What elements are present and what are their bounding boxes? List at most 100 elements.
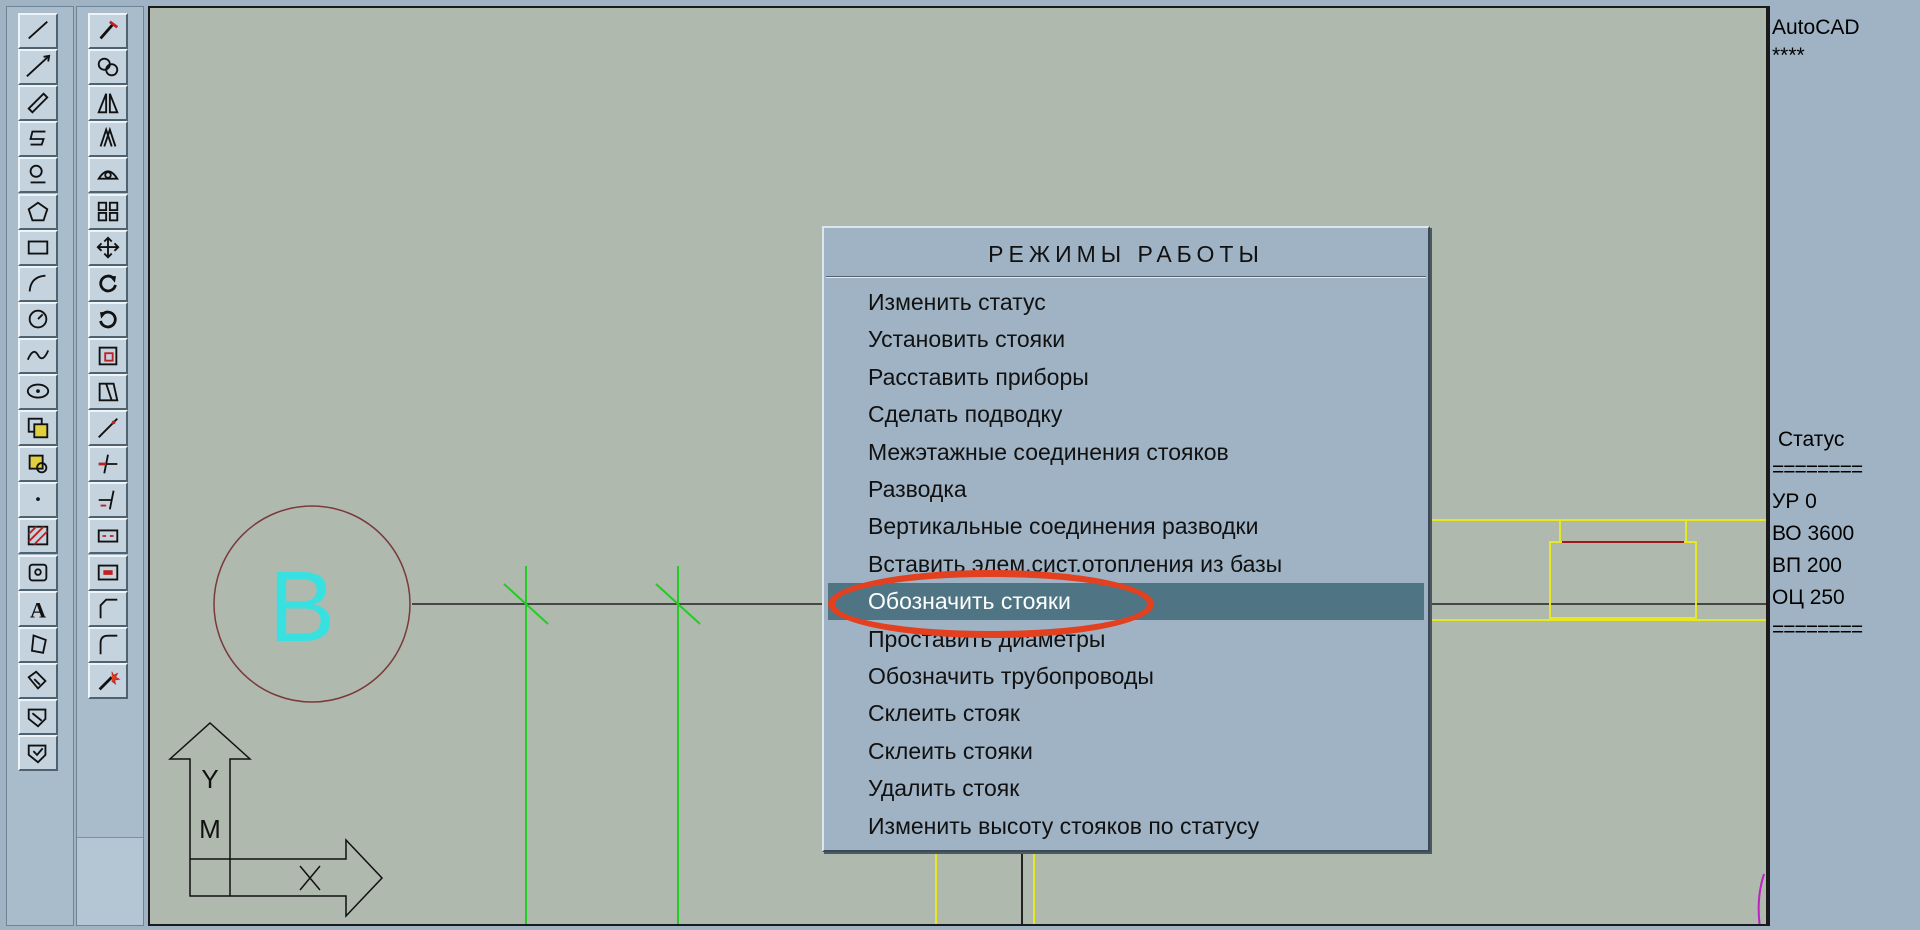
modify-toolbar: [76, 6, 144, 926]
menu-item[interactable]: Удалить стояк: [828, 770, 1424, 807]
text-icon: A: [30, 597, 46, 622]
center-mark-button[interactable]: [18, 735, 58, 771]
dimension-icon: [30, 633, 47, 654]
status-value[interactable]: УР 0: [1772, 490, 1817, 514]
mirror-icon: [97, 93, 119, 114]
stretch-button[interactable]: [88, 374, 128, 410]
move-icon: [96, 236, 120, 259]
menu-item[interactable]: Установить стояки: [828, 321, 1424, 358]
leader-icon: [27, 670, 47, 690]
scale-button[interactable]: [88, 337, 128, 374]
spline-button[interactable]: [18, 337, 58, 374]
center-mark-icon: [27, 744, 47, 764]
menu-item[interactable]: Изменить высоту стояков по статусу: [828, 808, 1424, 845]
rectangle-icon: [27, 240, 49, 255]
app-title[interactable]: AutoCAD: [1772, 16, 1860, 40]
rectangle-button[interactable]: [18, 229, 58, 266]
highlight-annotation: [828, 570, 1154, 638]
chamfer-button[interactable]: [88, 590, 128, 627]
construction-line-button[interactable]: [18, 49, 58, 86]
break-icon: [97, 529, 119, 543]
ucs-y-label: Y: [201, 764, 218, 794]
circle-button[interactable]: [18, 301, 58, 338]
chamfer-icon: [99, 598, 118, 618]
fillet-icon: [99, 634, 118, 654]
line-button[interactable]: [18, 13, 58, 49]
menu-item[interactable]: Расставить приборы: [828, 359, 1424, 396]
status-value[interactable]: ВО 3600: [1772, 522, 1854, 546]
erase-icon: [99, 20, 119, 40]
menu-item[interactable]: Разводка: [828, 471, 1424, 508]
line-icon: [28, 21, 48, 40]
rotate-3d-button[interactable]: [88, 301, 128, 338]
tolerance-icon: [27, 708, 47, 728]
break-at-point-button[interactable]: [88, 554, 128, 591]
menu-item[interactable]: Склеить стояки: [828, 733, 1424, 770]
array-icon: [97, 170, 119, 181]
menu-item[interactable]: Склеить стояк: [828, 695, 1424, 732]
status-separator: ========: [1772, 458, 1863, 481]
move-button[interactable]: [88, 229, 128, 266]
array-grid-icon: [97, 201, 119, 221]
status-value[interactable]: ОЦ 250: [1772, 586, 1845, 610]
menu-item[interactable]: Межэтажные соединения стояков: [828, 434, 1424, 471]
region-button[interactable]: [18, 554, 58, 591]
toolbar-empty-area: [77, 837, 143, 925]
menu-item[interactable]: Изменить статус: [828, 284, 1424, 321]
arc-icon: [28, 274, 46, 292]
break-at-point-icon: [97, 564, 119, 580]
make-block-icon: [28, 454, 48, 474]
draw-toolbar: A: [6, 6, 74, 926]
extend-button[interactable]: [88, 482, 128, 519]
copy-button[interactable]: [88, 49, 128, 86]
dimension-button[interactable]: [18, 626, 58, 663]
status-value[interactable]: ВП 200: [1772, 554, 1842, 578]
explode-icon: [98, 671, 121, 691]
menu-item[interactable]: Вертикальные соединения разводки: [828, 508, 1424, 545]
rotate-button[interactable]: [88, 265, 128, 302]
explode-button[interactable]: [88, 662, 128, 699]
offset-icon: [99, 127, 117, 148]
polyline-button[interactable]: [18, 85, 58, 122]
multiline-icon: [29, 130, 46, 146]
arc-button[interactable]: [18, 265, 58, 302]
spline-icon: [26, 349, 50, 360]
trim-button[interactable]: [88, 446, 128, 483]
rotate-3d-icon: [99, 310, 117, 329]
insert-block-button[interactable]: [18, 410, 58, 447]
make-block-button[interactable]: [18, 446, 58, 483]
menu-divider: [826, 276, 1426, 278]
lengthen-button[interactable]: [88, 410, 128, 447]
point-button[interactable]: [18, 482, 58, 519]
leader-button[interactable]: [18, 662, 58, 699]
stretch-icon: [98, 382, 119, 402]
insert-block-icon: [27, 417, 49, 439]
break-button[interactable]: [88, 518, 128, 555]
multiline-button[interactable]: [18, 121, 58, 158]
array-button[interactable]: [88, 157, 128, 194]
ellipse-icon: [26, 383, 50, 399]
offset-button[interactable]: [88, 121, 128, 158]
3d-polyline-button[interactable]: [18, 157, 58, 194]
hatch-button[interactable]: [18, 518, 58, 555]
rotate-icon: [99, 274, 117, 292]
polygon-icon: [27, 201, 49, 221]
polygon-button[interactable]: [18, 193, 58, 230]
svg-text:A: A: [30, 597, 46, 622]
ellipse-button[interactable]: [18, 374, 58, 410]
side-screen-menu: AutoCAD **** Статус ======== УР 0 ВО 360…: [1768, 6, 1920, 926]
mirror-button[interactable]: [88, 85, 128, 122]
tolerance-button[interactable]: [18, 698, 58, 735]
work-modes-menu: РЕЖИМЫ РАБОТЫ Изменить статус Установить …: [822, 226, 1430, 852]
array-grid-button[interactable]: [88, 193, 128, 230]
erase-button[interactable]: [88, 13, 128, 49]
text-button[interactable]: A: [18, 590, 58, 627]
scale-icon: [98, 346, 118, 366]
menu-item[interactable]: Сделать подводку: [828, 396, 1424, 433]
ucs-m-label: M: [199, 814, 221, 844]
grid-bubble-label: B: [269, 551, 336, 663]
fillet-button[interactable]: [88, 626, 128, 663]
stars-item[interactable]: ****: [1772, 44, 1805, 68]
menu-item[interactable]: Обозначить трубопроводы: [828, 658, 1424, 695]
status-heading: Статус: [1778, 428, 1845, 451]
